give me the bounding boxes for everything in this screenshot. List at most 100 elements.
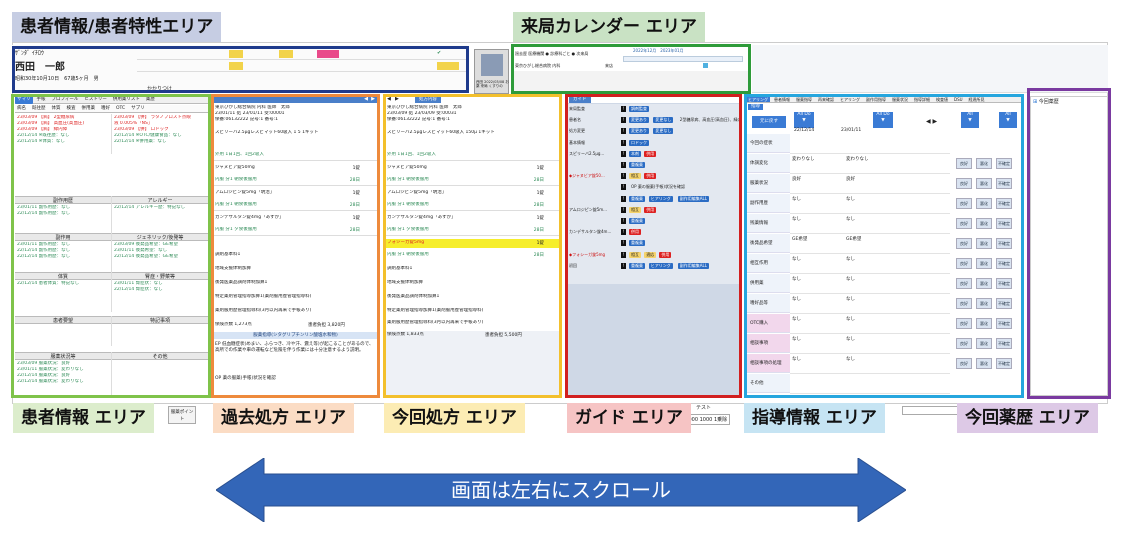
guidance-value-prev[interactable]: なし <box>792 276 840 282</box>
quick-input-button[interactable]: 良好 <box>956 278 972 289</box>
guide-item[interactable]: 併用 <box>644 206 657 213</box>
subtab-past[interactable]: 既往歴 <box>30 105 48 113</box>
tab-profile[interactable]: プロフィール <box>50 96 81 104</box>
guidance-value-latest[interactable]: なし <box>846 256 894 262</box>
tab-progress[interactable]: 経過所見 <box>967 96 987 102</box>
quick-input-button[interactable]: 悪化 <box>976 218 992 229</box>
quick-input-button[interactable]: 悪化 <box>976 358 992 369</box>
tab-current-rx[interactable]: 処方内容 <box>415 96 441 103</box>
calendar-visit-mark[interactable] <box>703 63 708 68</box>
quick-input-button[interactable]: 良好 <box>956 358 972 369</box>
quick-input-button[interactable]: 良好 <box>956 318 972 329</box>
guide-item[interactable]: 重複薬 <box>629 218 645 224</box>
guide-item[interactable]: 副作用編集ALL <box>677 195 709 202</box>
next-arrow-icon[interactable]: ▶ <box>371 96 375 103</box>
guide-item[interactable]: 重複薬 <box>629 195 645 202</box>
quick-input-button[interactable]: 不確定 <box>996 318 1012 329</box>
guide-item[interactable]: 重複薬 <box>629 262 645 269</box>
subtab-body[interactable]: 体質 <box>50 105 63 113</box>
guidance-value-prev[interactable]: なし <box>792 316 840 322</box>
guidance-value-prev[interactable]: なし <box>792 296 840 302</box>
patient-sub-tabs[interactable]: 病名 既往歴 体質 検査 併用薬 嗜好 OTC サプリ <box>15 105 208 113</box>
guidance-value-latest[interactable]: なし <box>846 276 894 282</box>
patient-tabs[interactable]: サマリ 手帳 プロフィール ヒストリー 併用薬リスト 薬歴 <box>15 96 208 104</box>
guide-item[interactable]: 調剤監査 <box>629 106 649 112</box>
drug-name[interactable]: スピリーバ2.5μgレスピマット60吸入 1 5 1キット <box>215 130 376 140</box>
tab-dsu[interactable]: DSU <box>952 96 965 102</box>
quick-input-button[interactable]: 良好 <box>956 238 972 249</box>
back-button[interactable]: 元に戻す <box>752 116 786 128</box>
quick-input-button[interactable]: 不確定 <box>996 238 1012 249</box>
guide-item[interactable]: 重複薬 <box>629 240 645 247</box>
subtab-test[interactable]: 検査 <box>65 105 78 113</box>
quick-input-button[interactable]: 不確定 <box>996 278 1012 289</box>
tab-notebook[interactable]: 手帳 <box>35 96 48 104</box>
nav-arrows[interactable]: ◀ ▶ <box>926 118 937 125</box>
add-icon[interactable]: ⊞ <box>1033 99 1037 105</box>
guidance-value-prev[interactable]: なし <box>792 196 840 202</box>
guide-item[interactable]: ヒアリング <box>648 195 673 202</box>
quick-input-button[interactable]: 良好 <box>956 198 972 209</box>
calendar-grid[interactable] <box>623 56 743 62</box>
subtab-combined[interactable]: 併用薬 <box>80 105 98 113</box>
quick-input-button[interactable]: 悪化 <box>976 298 992 309</box>
drug-name-new[interactable]: フォシーガ錠5mg <box>387 240 558 246</box>
quick-input-button[interactable]: 悪化 <box>976 338 992 349</box>
guide-item[interactable]: 変更あり <box>629 117 649 124</box>
quick-input-button[interactable]: 悪化 <box>976 198 992 209</box>
quick-input-button[interactable]: 悪化 <box>976 318 992 329</box>
allergy-flag[interactable] <box>279 50 293 58</box>
quick-input-button[interactable]: 悪化 <box>976 178 992 189</box>
all-button-2[interactable]: All ▼ <box>999 112 1017 128</box>
guidance-value-prev[interactable]: なし <box>792 336 840 342</box>
tab-hearing[interactable]: ヒアリング <box>746 96 770 102</box>
guide-item[interactable]: 本剤 <box>629 150 641 157</box>
quick-input-button[interactable]: 良好 <box>956 298 972 309</box>
guide-item[interactable]: 副作用編集ALL <box>677 262 709 269</box>
guidance-value-latest[interactable]: なし <box>846 336 894 342</box>
guidance-selected-tab[interactable]: 指導 <box>748 104 763 110</box>
tab-concomitant[interactable]: 併用薬リスト <box>111 96 142 104</box>
quick-input-button[interactable]: 良好 <box>956 258 972 269</box>
guide-item[interactable]: ロドック <box>629 139 649 146</box>
subtab-supplement[interactable]: サプリ <box>129 105 147 113</box>
tab-medication[interactable]: 服薬指導 <box>794 96 814 102</box>
patient-photo[interactable]: 西田 2022/03/08 お薬 来局 くすりの <box>474 49 509 94</box>
quick-input-button[interactable]: 良好 <box>956 178 972 189</box>
guide-item[interactable]: 併用 <box>629 229 641 236</box>
tab-side-guide[interactable]: 副作用指導 <box>864 96 888 102</box>
prev-arrow-icon[interactable]: ◀ <box>364 96 368 103</box>
next-arrow-icon[interactable]: ▶ <box>395 96 399 103</box>
guide-item[interactable]: 相互 <box>629 206 641 213</box>
subtab-otc[interactable]: OTC <box>114 105 127 113</box>
guidance-value-latest[interactable]: 良好 <box>846 176 894 182</box>
tab-lab[interactable]: 検査値 <box>934 96 950 102</box>
tab-summary[interactable]: サマリ <box>15 96 33 104</box>
quick-input-button[interactable]: 悪化 <box>976 238 992 249</box>
guidance-value-latest[interactable]: 変わりなし <box>846 156 894 162</box>
guidance-value-latest[interactable]: GE希望 <box>846 236 894 242</box>
drug-name[interactable]: アムロジピン錠5mg「明治」 <box>387 190 558 196</box>
disease-flag[interactable] <box>317 50 339 58</box>
subtab-disease[interactable]: 病名 <box>15 105 28 113</box>
guide-item[interactable]: 変更なし <box>653 117 674 124</box>
guide-item[interactable]: 相互 <box>629 173 641 180</box>
guidance-value-latest[interactable]: なし <box>846 216 894 222</box>
quick-input-button[interactable]: 不確定 <box>996 298 1012 309</box>
tab-hearing-2[interactable]: ヒアリング <box>838 96 862 102</box>
quick-input-button[interactable]: 良好 <box>956 218 972 229</box>
quick-input-button[interactable]: 不確定 <box>996 158 1012 169</box>
guide-item[interactable]: 相互 <box>629 251 641 258</box>
guide-item[interactable]: 変更あり <box>629 128 649 135</box>
quick-input-button[interactable]: 悪化 <box>976 278 992 289</box>
tab-detail[interactable]: 指導詳細 <box>912 96 932 102</box>
guide-item[interactable]: 併用 <box>659 251 672 258</box>
guidance-value-latest[interactable]: なし <box>846 356 894 362</box>
quick-input-button[interactable]: 良好 <box>956 158 972 169</box>
tab-guide[interactable]: ガイド <box>569 96 591 103</box>
prev-arrow-icon[interactable]: ◀ <box>387 96 391 103</box>
quick-input-button[interactable]: 不確定 <box>996 338 1012 349</box>
drug-name[interactable]: スピリーバ2.5μgレスピマット60吸入 150μ 1キット <box>387 130 558 140</box>
guide-item[interactable]: 変更なし <box>653 128 674 135</box>
quick-input-button[interactable]: 不確定 <box>996 198 1012 209</box>
